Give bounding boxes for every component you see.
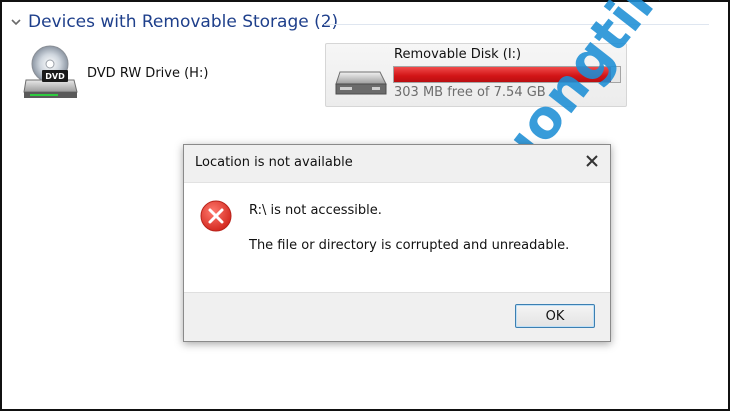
dvd-drive-item[interactable]: DVD DVD RW Drive (H:) bbox=[22, 44, 262, 104]
close-button[interactable] bbox=[582, 151, 602, 171]
removable-disk-name: Removable Disk (I:) bbox=[394, 47, 522, 62]
explorer-window: Devices with Removable Storage (2) DVD D… bbox=[0, 0, 730, 411]
group-header[interactable]: Devices with Removable Storage (2) bbox=[10, 12, 338, 32]
error-message-detail: The file or directory is corrupted and u… bbox=[249, 238, 570, 253]
dvd-drive-label: DVD RW Drive (H:) bbox=[87, 66, 209, 81]
group-title: Devices with Removable Storage (2) bbox=[28, 12, 339, 32]
dvd-badge: DVD bbox=[45, 72, 65, 81]
dvd-drive-icon: DVD bbox=[23, 45, 78, 98]
collapse-chevron-icon[interactable] bbox=[10, 16, 22, 28]
error-icon bbox=[200, 200, 232, 232]
ok-button[interactable]: OK bbox=[515, 304, 595, 328]
close-icon bbox=[586, 155, 598, 167]
error-message-primary: R:\ is not accessible. bbox=[249, 203, 382, 218]
dialog-footer: OK bbox=[184, 292, 610, 341]
dialog-titlebar[interactable]: Location is not available bbox=[184, 145, 610, 183]
error-dialog: Location is not available R:\ is not acc… bbox=[183, 144, 611, 342]
dialog-title: Location is not available bbox=[195, 155, 353, 170]
usb-drive-icon bbox=[335, 71, 387, 95]
